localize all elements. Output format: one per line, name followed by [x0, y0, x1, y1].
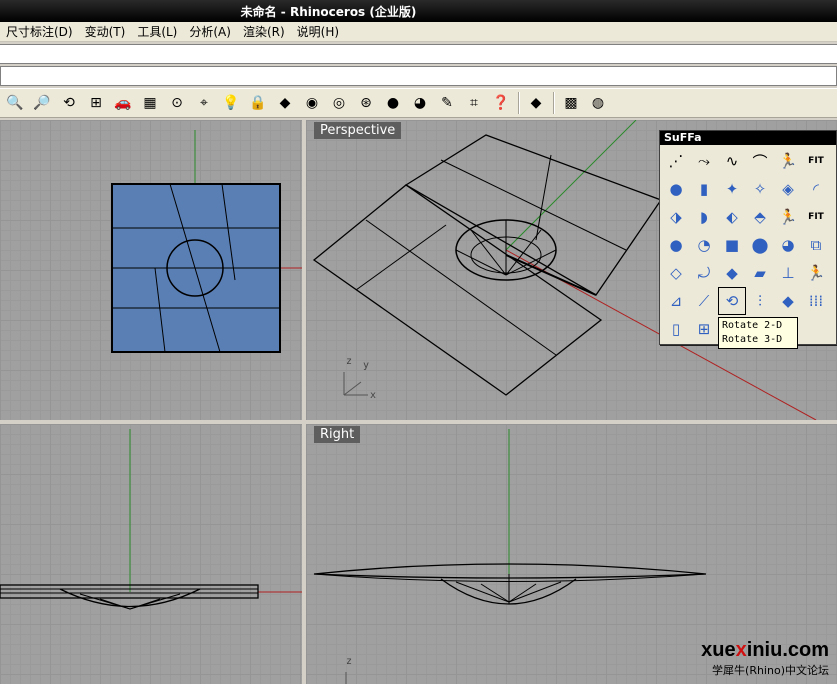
axis-label-z: z — [346, 356, 353, 367]
suffa-toolbar[interactable]: SuFFa ⋰ ⤳ ∿ ⌒ 🏃 FIT ● ▮ ✦ ✧ ◈ ◜ ⬗ ◗ ⬖ ⬘ … — [659, 130, 837, 345]
material-icon[interactable]: ▩ — [558, 90, 584, 116]
menu-tools[interactable]: 工具(L) — [131, 23, 183, 40]
panel-icon[interactable]: ▯ — [662, 315, 690, 343]
toolbar-separator — [518, 92, 520, 114]
menu-analyze[interactable]: 分析(A) — [183, 23, 237, 40]
menu-dimension[interactable]: 尺寸标注(D) — [0, 23, 79, 40]
figure-tool-3-icon[interactable]: 🏃 — [802, 259, 830, 287]
y-axis-line — [505, 120, 637, 251]
lock-icon[interactable]: 🔒 — [245, 90, 271, 116]
surface-fold-icon[interactable]: ◈ — [774, 175, 802, 203]
sphere-mesh-icon[interactable]: ⊛ — [353, 90, 379, 116]
rotate-tooltip: Rotate 2-D Rotate 3-D — [718, 317, 798, 349]
axis-label-z-right: z — [346, 656, 353, 667]
solid-box-icon[interactable]: ■ — [718, 231, 746, 259]
deform-2-icon[interactable]: ⤾ — [690, 259, 718, 287]
command-input[interactable] — [0, 66, 837, 86]
fit-2-icon[interactable]: FIT — [802, 203, 830, 231]
rotate-view-icon[interactable]: ⟲ — [56, 90, 82, 116]
axis-label-y: y — [363, 360, 370, 371]
watermark: xuexiniu.com 学犀牛(Rhino)中文论坛 — [701, 639, 829, 678]
solid-diff-icon[interactable]: ◕ — [774, 231, 802, 259]
grid-icon[interactable]: ⊞ — [690, 315, 718, 343]
tooltip-rotate-2d: Rotate 2-D — [722, 320, 783, 331]
zoom-window-icon[interactable]: 🔍 — [2, 90, 28, 116]
toolbar-separator — [553, 92, 555, 114]
transform-1-icon[interactable]: ⊿ — [662, 287, 690, 315]
menu-help[interactable]: 说明(H) — [291, 23, 345, 40]
rotate-icon[interactable]: ⟲ — [718, 287, 746, 315]
curve-control-icon[interactable]: ⤳ — [690, 147, 718, 175]
deform-5-icon[interactable]: ⊥ — [774, 259, 802, 287]
watermark-site: xuexiniu.com — [701, 639, 829, 661]
axis-label-x: x — [370, 390, 377, 401]
zoom-dynamic-icon[interactable]: 🔎 — [29, 90, 55, 116]
points-icon[interactable]: ⌗ — [461, 90, 487, 116]
solid-cut-icon[interactable]: ◔ — [690, 231, 718, 259]
extrude-icon[interactable]: ⬗ — [662, 203, 690, 231]
layer-icon[interactable]: ◆ — [272, 90, 298, 116]
patch-icon[interactable]: ⬘ — [746, 203, 774, 231]
render-icon[interactable]: ◆ — [523, 90, 549, 116]
watermark-subtitle: 学犀牛(Rhino)中文论坛 — [712, 664, 829, 677]
color-wheel-icon[interactable]: ◉ — [299, 90, 325, 116]
sphere-render-icon[interactable]: ● — [380, 90, 406, 116]
front-view-drawing — [0, 429, 302, 610]
grid-plane-icon[interactable]: ▦ — [137, 90, 163, 116]
main-toolbar: 🔍 🔎 ⟲ ⊞ 🚗 ▦ ⊙ ⌖ 💡 🔒 ◆ ◉ ◎ ⊛ ● ◕ ✎ ⌗ ❓ ◆ … — [0, 88, 837, 118]
window-title: 未命名 - Rhinoceros (企业版) — [240, 4, 417, 19]
solid-union-icon[interactable]: ⬤ — [746, 231, 774, 259]
snap-icon[interactable]: ⌖ — [191, 90, 217, 116]
top-view-drawing — [111, 130, 302, 353]
sweep-icon[interactable]: ◗ — [690, 203, 718, 231]
sphere-wire-icon[interactable]: ◎ — [326, 90, 352, 116]
fit-label-2: FIT — [808, 212, 824, 222]
fit-icon[interactable]: FIT — [802, 147, 830, 175]
surface-mesh-icon[interactable]: ✧ — [746, 175, 774, 203]
surface-arc-icon[interactable]: ◜ — [802, 175, 830, 203]
axis-gizmo — [343, 372, 368, 396]
deform-4-icon[interactable]: ▰ — [746, 259, 774, 287]
deform-3-icon[interactable]: ◆ — [718, 259, 746, 287]
command-history — [0, 44, 837, 64]
command-area — [0, 42, 837, 88]
array-icon[interactable]: ⁞⁞⁞ — [802, 287, 830, 315]
figure-tool-2-icon[interactable]: 🏃 — [774, 203, 802, 231]
viewport-top[interactable] — [0, 120, 302, 420]
transform-2-icon[interactable]: ⟋ — [690, 287, 718, 315]
fit-label: FIT — [808, 156, 824, 166]
sphere-blue-icon[interactable]: ● — [662, 175, 690, 203]
menu-bar: 尺寸标注(D) 变动(T) 工具(L) 分析(A) 渲染(R) 说明(H) — [0, 22, 837, 42]
help-icon[interactable]: ❓ — [488, 90, 514, 116]
cylinder-icon[interactable]: ▮ — [690, 175, 718, 203]
solid-intersect-icon[interactable]: ⧉ — [802, 231, 830, 259]
deform-1-icon[interactable]: ◇ — [662, 259, 690, 287]
tooltip-rotate-3d: Rotate 3-D — [722, 334, 783, 345]
surface-twist-icon[interactable]: ✦ — [718, 175, 746, 203]
diamond-icon[interactable]: ◆ — [774, 287, 802, 315]
menu-transform[interactable]: 变动(T) — [79, 23, 132, 40]
loft-icon[interactable]: ⬖ — [718, 203, 746, 231]
viewport-front[interactable] — [0, 424, 302, 684]
mirror-icon[interactable]: ⫶ — [746, 287, 774, 315]
curve-points-icon[interactable]: ⋰ — [662, 147, 690, 175]
title-bar: 未命名 - Rhinoceros (企业版) — [0, 0, 837, 22]
curve-blend-icon[interactable]: ∿ — [718, 147, 746, 175]
solid-sphere-icon[interactable]: ● — [662, 231, 690, 259]
sound-icon[interactable]: ◍ — [585, 90, 611, 116]
four-viewports-icon[interactable]: ⊞ — [83, 90, 109, 116]
car-icon[interactable]: 🚗 — [110, 90, 136, 116]
sphere-shaded-icon[interactable]: ◕ — [407, 90, 433, 116]
suffa-title[interactable]: SuFFa — [660, 131, 836, 145]
pencil-icon[interactable]: ✎ — [434, 90, 460, 116]
cplane-icon[interactable]: ⊙ — [164, 90, 190, 116]
arc-icon[interactable]: ⌒ — [746, 147, 774, 175]
figure-tool-icon[interactable]: 🏃 — [774, 147, 802, 175]
lightbulb-icon[interactable]: 💡 — [218, 90, 244, 116]
menu-render[interactable]: 渲染(R) — [237, 23, 291, 40]
suffa-grid: ⋰ ⤳ ∿ ⌒ 🏃 FIT ● ▮ ✦ ✧ ◈ ◜ ⬗ ◗ ⬖ ⬘ 🏃 FIT … — [660, 145, 836, 345]
